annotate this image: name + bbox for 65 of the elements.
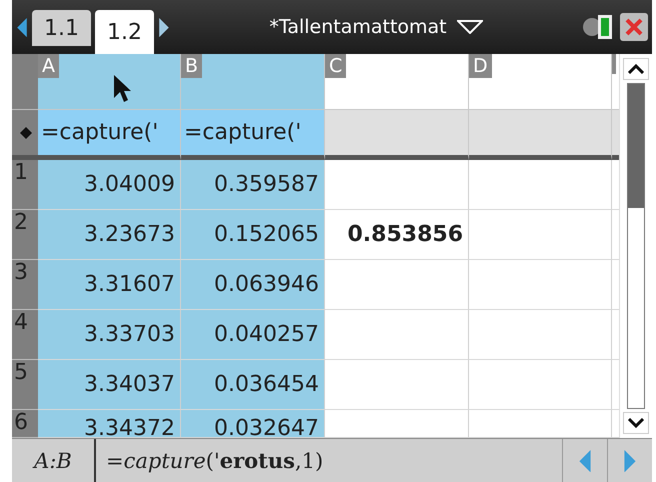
table-cell[interactable]: 0.040257 [181, 310, 325, 360]
table-cell[interactable] [469, 160, 612, 210]
column-header[interactable]: A [38, 54, 181, 110]
column-letter: B [181, 54, 202, 78]
table-cell[interactable] [469, 310, 612, 360]
row-number: 3 [14, 260, 28, 286]
scrollbar[interactable] [627, 83, 646, 410]
formula-cell[interactable] [612, 110, 620, 160]
previous-page-icon[interactable] [16, 18, 28, 37]
table-cell[interactable] [325, 410, 469, 438]
pointer-icon [112, 74, 132, 104]
table-cell[interactable]: 0.853856 [325, 210, 469, 260]
formula-cell[interactable]: =capture(' [38, 110, 181, 160]
column-header[interactable]: B [181, 54, 325, 110]
dropdown-icon[interactable] [456, 20, 483, 34]
row-number: 1 [14, 160, 28, 186]
table-cell[interactable]: 3.34372 [38, 410, 181, 438]
page-tab[interactable]: 1.2 [95, 10, 154, 54]
column-letter-tab [612, 54, 616, 74]
caret-down-icon [628, 418, 644, 428]
row-number: 5 [14, 360, 28, 386]
table-cell[interactable]: 3.31607 [38, 260, 181, 310]
scroll-down-button[interactable] [623, 412, 650, 434]
formula-cell[interactable]: =capture(' [181, 110, 325, 160]
table-cell[interactable] [469, 260, 612, 310]
table-cell[interactable] [325, 160, 469, 210]
table-cell[interactable]: 0.063946 [181, 260, 325, 310]
column-letter: A [38, 54, 59, 78]
table-cell[interactable] [325, 260, 469, 310]
column-header[interactable]: C [325, 54, 469, 110]
column-formula: =capture(' [41, 120, 158, 146]
next-icon[interactable] [623, 450, 637, 472]
entry-line[interactable]: =capture('erotus,1) [96, 439, 562, 482]
caret-up-icon [628, 64, 644, 74]
table-cell[interactable]: 3.04009 [38, 160, 181, 210]
row-number: 4 [14, 310, 28, 336]
column-letter: D [469, 54, 492, 78]
table-cell[interactable]: 3.33703 [38, 310, 181, 360]
scroll-up-button[interactable] [623, 58, 650, 80]
table-cell[interactable]: 3.34037 [38, 360, 181, 410]
table-cell[interactable]: 0.036454 [181, 360, 325, 410]
table-cell[interactable]: 0.032647 [181, 410, 325, 438]
table-cell[interactable] [325, 310, 469, 360]
table-cell[interactable]: 0.152065 [181, 210, 325, 260]
column-formula: =capture(' [184, 120, 302, 146]
table-cell[interactable] [325, 360, 469, 410]
previous-icon[interactable] [578, 450, 592, 472]
table-cell[interactable] [469, 210, 612, 260]
formula-cell[interactable] [325, 110, 469, 160]
table-cell[interactable] [469, 410, 612, 438]
row-number: 2 [14, 210, 28, 236]
column-letter: C [325, 54, 346, 78]
table-cell[interactable]: 3.23673 [38, 210, 181, 260]
table-cell[interactable]: 0.359587 [181, 160, 325, 210]
diamond-icon [20, 126, 32, 139]
next-page-icon[interactable] [158, 18, 170, 37]
column-header[interactable]: D [469, 54, 612, 110]
page-tab[interactable]: 1.1 [32, 10, 91, 46]
close-icon [624, 17, 644, 38]
document-title: *Tallentamattomat [269, 16, 447, 38]
formula-cell[interactable] [469, 110, 612, 160]
close-button[interactable] [620, 13, 648, 42]
table-cell[interactable] [469, 360, 612, 410]
cell-range: A:B [12, 439, 96, 482]
row-number: 6 [14, 410, 28, 436]
